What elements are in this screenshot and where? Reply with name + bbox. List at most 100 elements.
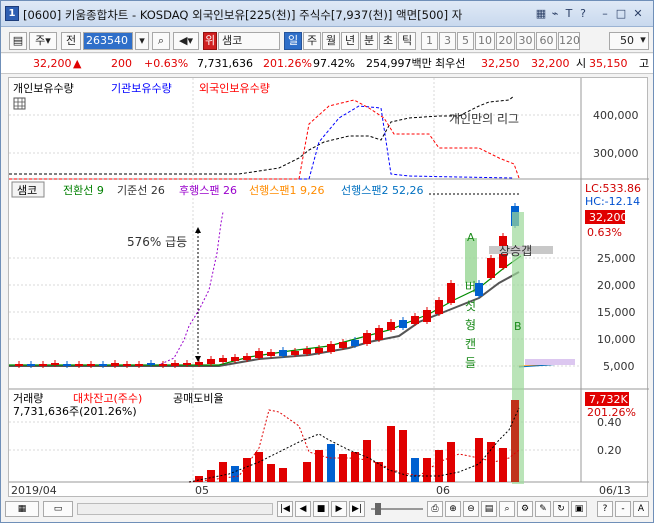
series-institution-holding: [9, 105, 515, 180]
x-tick-06: 06: [436, 484, 450, 497]
holding-y-tick-300k: 300,000: [593, 147, 639, 160]
period-button-3[interactable]: 년: [341, 32, 359, 50]
zoom-out-icon[interactable]: ⊖: [463, 501, 479, 517]
legend-conversion[interactable]: 전환선 9: [63, 184, 104, 197]
maximize-icon[interactable]: □: [614, 6, 628, 21]
legend-lagging[interactable]: 후행스팬 26: [179, 184, 237, 197]
view-toggle[interactable]: ▦: [5, 501, 39, 517]
font-up-icon[interactable]: A: [633, 501, 649, 517]
interval-button-10[interactable]: 10: [475, 32, 495, 50]
candle-char-1: 버: [465, 280, 476, 294]
scroll-next-icon[interactable]: ▶: [331, 501, 347, 517]
annotation-b: B: [514, 320, 522, 333]
period-button-0[interactable]: 일: [284, 32, 302, 50]
price-y-tick-10000: 10,000: [597, 333, 636, 346]
print-icon[interactable]: ⎙: [427, 501, 443, 517]
zoom-in-icon[interactable]: ⊕: [445, 501, 461, 517]
table-view-icon[interactable]: ▤: [481, 501, 497, 517]
holding-legend-institution[interactable]: 기관보유수량: [111, 82, 172, 95]
legend-leading2[interactable]: 선행스팬2 52,26: [341, 184, 423, 197]
mouse-icon[interactable]: ⌁: [548, 6, 562, 21]
volume-panel: 거래량 대차잔고(주수) 공매도비율 7,731,636주(201.26%) 7…: [13, 392, 636, 483]
chart-area[interactable]: 개인보유수량 기관보유수량 외국인보유수량 개인만의 리그 400,000 30…: [8, 77, 649, 498]
stop-icon[interactable]: ■: [313, 501, 329, 517]
font-down-icon[interactable]: -: [615, 501, 631, 517]
price-name-label: 샘코: [17, 184, 37, 197]
volume-bar: [279, 468, 287, 482]
prev-button[interactable]: 전: [61, 32, 81, 50]
series-individual-holding: [9, 95, 515, 175]
volume-ratio: 201.26%: [263, 57, 312, 70]
volume-bar: [255, 452, 263, 482]
grid-icon[interactable]: ▦: [534, 6, 548, 21]
interval-button-120[interactable]: 120: [558, 32, 580, 50]
series-lagging-span: [9, 211, 224, 367]
volume-bar: [363, 440, 371, 482]
volume-bar: [351, 452, 359, 482]
legend-leading1[interactable]: 선행스팬1 9,26: [249, 184, 324, 197]
stock-name: 샘코: [218, 32, 280, 50]
volume-bar: [387, 426, 395, 482]
best-ask-label: 최우선: [435, 57, 466, 70]
refresh-icon[interactable]: ↻: [553, 501, 569, 517]
scroll-first-icon[interactable]: |◀: [277, 501, 293, 517]
gap-annotation: 상승갭: [499, 244, 532, 258]
interval-button-5[interactable]: 5: [457, 32, 474, 50]
interval-button-20[interactable]: 20: [496, 32, 515, 50]
stock-code-input[interactable]: 263540: [83, 32, 133, 50]
chart-list-icon[interactable]: ▤: [9, 32, 27, 50]
holding-legend-individual[interactable]: 개인보유수량: [13, 82, 74, 95]
speaker-icon[interactable]: ◀▾: [173, 32, 199, 50]
interval-button-1[interactable]: 1: [421, 32, 438, 50]
volume-bar: [219, 462, 227, 482]
interval-button-3[interactable]: 3: [439, 32, 456, 50]
volume-y-tick-040: 0.40: [597, 416, 622, 429]
table-icon[interactable]: [13, 97, 26, 110]
legend-volume[interactable]: 거래량: [13, 392, 43, 405]
screen-number-badge[interactable]: 1: [5, 6, 19, 21]
candle-char-3: 형: [465, 318, 476, 332]
toolbar: ▤ 주▾ 전 263540 ▾ ⌕ ◀▾ 위 샘코 일주월년분초틱 1 3 5 10 2…: [1, 29, 653, 53]
zoom-slider-handle[interactable]: [375, 503, 381, 515]
save-icon[interactable]: ▣: [571, 501, 587, 517]
quote-bar: 32,200 ▲ 200 +0.63% 7,731,636 201.26% 97…: [1, 54, 653, 74]
volume-bar: [423, 458, 431, 482]
annotation-a: A: [467, 231, 475, 244]
holding-y-tick-400k: 400,000: [593, 109, 639, 122]
chart-canvas[interactable]: 개인보유수량 기관보유수량 외국인보유수량 개인만의 리그 400,000 30…: [9, 78, 649, 498]
count-dropdown-icon[interactable]: ▾: [637, 32, 649, 50]
period-button-2[interactable]: 월: [322, 32, 340, 50]
period-button-5[interactable]: 초: [379, 32, 397, 50]
help-bottom-icon[interactable]: ?: [597, 501, 613, 517]
legend-short-ratio[interactable]: 공매도비율: [173, 392, 224, 405]
help-icon[interactable]: ?: [576, 6, 590, 21]
period-button-4[interactable]: 분: [360, 32, 378, 50]
tools-icon[interactable]: ✎: [535, 501, 551, 517]
interval-button-60[interactable]: 60: [536, 32, 557, 50]
code-dropdown-icon[interactable]: ▾: [135, 32, 149, 50]
legend-base[interactable]: 기준선 26: [117, 184, 165, 197]
series-conversion-line: [9, 255, 522, 366]
close-icon[interactable]: ✕: [631, 6, 645, 21]
period-button-1[interactable]: 주: [303, 32, 321, 50]
period-button-6[interactable]: 틱: [398, 32, 416, 50]
search-icon[interactable]: ⌕: [152, 32, 170, 50]
volume-bar: [475, 438, 483, 482]
period-select[interactable]: 주▾: [29, 32, 57, 50]
scrollbar-track[interactable]: [77, 503, 273, 515]
title-bar: 1 [0600] 키움종합차트 - KOSDAQ 외국인보유[225(천)] 주…: [1, 1, 653, 27]
scroll-prev-icon[interactable]: ◀: [295, 501, 311, 517]
last-price-label: 32,200: [589, 211, 628, 224]
minimize-icon[interactable]: –: [598, 6, 612, 21]
volume-bar: [327, 444, 335, 482]
x-tick-05: 05: [195, 484, 209, 497]
volume: 7,731,636: [197, 57, 253, 70]
magnify-icon[interactable]: ⌕: [499, 501, 515, 517]
scroll-last-icon[interactable]: ▶|: [349, 501, 365, 517]
holding-legend-foreign[interactable]: 외국인보유수량: [199, 82, 270, 95]
t-icon[interactable]: T: [562, 6, 576, 21]
settings-icon[interactable]: ⚙: [517, 501, 533, 517]
legend-loan-balance[interactable]: 대차잔고(주수): [73, 392, 142, 405]
interval-button-30[interactable]: 30: [516, 32, 535, 50]
draw-tool[interactable]: ▭: [43, 501, 73, 517]
